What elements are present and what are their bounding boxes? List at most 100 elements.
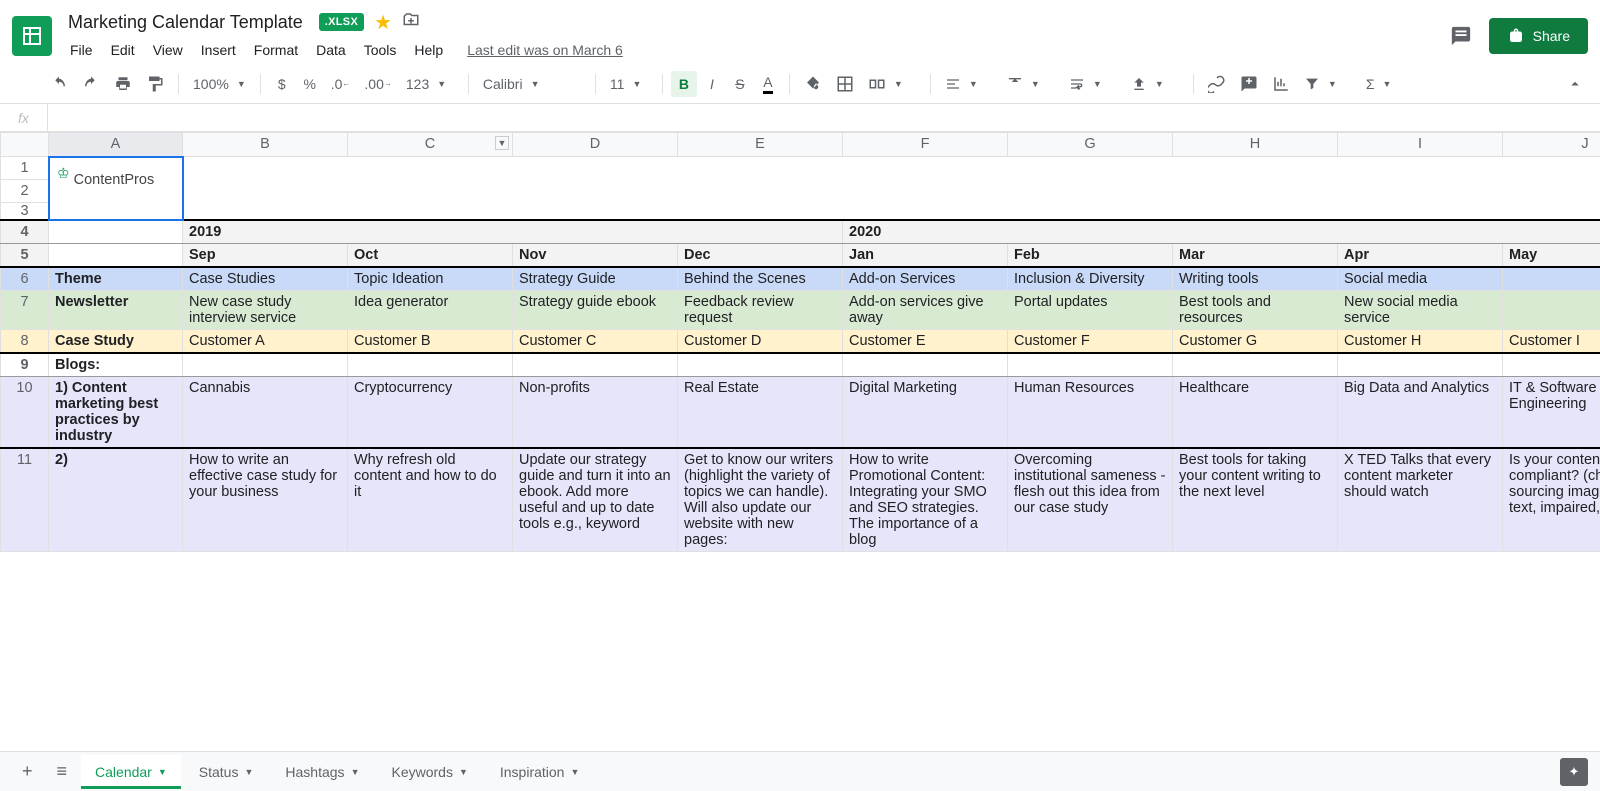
cell-month[interactable]: Feb xyxy=(1008,244,1173,268)
sheet-table[interactable]: A B C▼ D E F G H I J 1 ♔ ContentPros 2 3… xyxy=(0,132,1600,552)
tab-calendar[interactable]: Calendar▼ xyxy=(81,755,181,789)
row-header[interactable]: 4 xyxy=(1,220,49,244)
zoom-select[interactable]: 100%▼ xyxy=(187,72,252,96)
cell[interactable] xyxy=(49,220,183,244)
row-header[interactable]: 6 xyxy=(1,267,49,291)
col-header-i[interactable]: I xyxy=(1338,133,1503,157)
comment-insert-icon[interactable] xyxy=(1234,70,1264,98)
undo-icon[interactable] xyxy=(44,70,74,98)
cell[interactable]: Customer D xyxy=(678,330,843,354)
star-icon[interactable]: ★ xyxy=(374,10,392,35)
col-dropdown-icon[interactable]: ▼ xyxy=(495,136,509,150)
borders-icon[interactable] xyxy=(830,70,860,98)
comments-icon[interactable] xyxy=(1449,24,1473,48)
filter-button[interactable]: ▼ xyxy=(1298,72,1358,96)
cell-month[interactable]: May xyxy=(1503,244,1600,268)
cell[interactable] xyxy=(1338,353,1503,377)
cell[interactable]: Non-profits xyxy=(513,377,678,449)
menu-help[interactable]: Help xyxy=(406,38,451,62)
row-label-newsletter[interactable]: Newsletter xyxy=(49,291,183,330)
number-format-select[interactable]: 123▼ xyxy=(400,72,460,96)
menu-edit[interactable]: Edit xyxy=(103,38,143,62)
menu-view[interactable]: View xyxy=(145,38,191,62)
cell[interactable]: Healthcare xyxy=(1173,377,1338,449)
menu-data[interactable]: Data xyxy=(308,38,354,62)
move-icon[interactable] xyxy=(402,11,420,34)
cell[interactable]: Add-on services give away xyxy=(843,291,1008,330)
cell-year-2019[interactable]: 2019 xyxy=(183,220,843,244)
cell[interactable]: Add-on Services xyxy=(843,267,1008,291)
cell[interactable]: Customer C xyxy=(513,330,678,354)
link-icon[interactable] xyxy=(1202,70,1232,98)
h-align-button[interactable]: ▼ xyxy=(939,72,999,96)
cell[interactable]: Feedback review request xyxy=(678,291,843,330)
add-sheet-button[interactable]: + xyxy=(12,755,43,788)
menu-tools[interactable]: Tools xyxy=(356,38,405,62)
cell[interactable]: Topic Ideation xyxy=(348,267,513,291)
cell-month[interactable]: Mar xyxy=(1173,244,1338,268)
cell[interactable]: Get to know our writers (highlight the v… xyxy=(678,448,843,552)
menu-format[interactable]: Format xyxy=(246,38,306,62)
italic-button[interactable]: I xyxy=(699,71,725,97)
formula-input[interactable] xyxy=(48,104,1600,131)
cell[interactable] xyxy=(513,353,678,377)
cell[interactable] xyxy=(843,353,1008,377)
dec-increase-icon[interactable]: .00→ xyxy=(358,71,397,97)
col-header-e[interactable]: E xyxy=(678,133,843,157)
sheets-logo[interactable] xyxy=(12,16,52,56)
col-header-j[interactable]: J xyxy=(1503,133,1600,157)
cell[interactable]: Social media xyxy=(1338,267,1503,291)
dec-decrease-icon[interactable]: .0← xyxy=(325,71,357,97)
row-header[interactable]: 3 xyxy=(1,203,49,221)
cell[interactable]: Customer B xyxy=(348,330,513,354)
cell[interactable]: Human Resources xyxy=(1008,377,1173,449)
cell[interactable]: New case study interview service xyxy=(183,291,348,330)
cell[interactable]: Behind the Scenes xyxy=(678,267,843,291)
cell[interactable]: Real Estate xyxy=(678,377,843,449)
cell-month[interactable]: Sep xyxy=(183,244,348,268)
cell[interactable]: Strategy guide ebook xyxy=(513,291,678,330)
cell[interactable]: Digital Marketing xyxy=(843,377,1008,449)
tab-inspiration[interactable]: Inspiration▼ xyxy=(486,755,594,789)
cell[interactable]: Inclusion & Diversity xyxy=(1008,267,1173,291)
cell[interactable] xyxy=(183,157,1600,221)
v-align-button[interactable]: ▼ xyxy=(1001,72,1061,96)
cell[interactable]: X TED Talks that every content marketer … xyxy=(1338,448,1503,552)
cell[interactable]: Cryptocurrency xyxy=(348,377,513,449)
cell[interactable] xyxy=(1503,267,1600,291)
cell-month[interactable]: Oct xyxy=(348,244,513,268)
cell[interactable]: Customer G xyxy=(1173,330,1338,354)
col-header-d[interactable]: D xyxy=(513,133,678,157)
cell[interactable]: New social media service xyxy=(1338,291,1503,330)
cell[interactable]: Idea generator xyxy=(348,291,513,330)
last-edit[interactable]: Last edit was on March 6 xyxy=(467,42,623,58)
collapse-toolbar-icon[interactable] xyxy=(1560,70,1590,98)
tab-hashtags[interactable]: Hashtags▼ xyxy=(271,755,373,789)
col-header-b[interactable]: B xyxy=(183,133,348,157)
select-all-corner[interactable] xyxy=(1,133,49,157)
cell-year-2020[interactable]: 2020 xyxy=(843,220,1600,244)
tab-status[interactable]: Status▼ xyxy=(185,755,268,789)
chart-icon[interactable] xyxy=(1266,70,1296,98)
cell[interactable] xyxy=(183,353,348,377)
text-color-button[interactable]: A xyxy=(755,69,781,99)
row-header[interactable]: 2 xyxy=(1,180,49,203)
cell[interactable]: Is your content compliant? (checklist: s… xyxy=(1503,448,1600,552)
row-header[interactable]: 7 xyxy=(1,291,49,330)
cell-month[interactable]: Apr xyxy=(1338,244,1503,268)
explore-button[interactable]: ✦ xyxy=(1560,758,1588,786)
print-icon[interactable] xyxy=(108,70,138,98)
tab-keywords[interactable]: Keywords▼ xyxy=(377,755,481,789)
cell[interactable] xyxy=(1503,291,1600,330)
cell[interactable] xyxy=(1503,353,1600,377)
percent-icon[interactable]: % xyxy=(297,71,323,97)
cell[interactable]: Case Studies xyxy=(183,267,348,291)
cell[interactable]: Overcoming institutional sameness - fles… xyxy=(1008,448,1173,552)
row-header[interactable]: 8 xyxy=(1,330,49,354)
bold-button[interactable]: B xyxy=(671,71,697,97)
cell-month[interactable]: Jan xyxy=(843,244,1008,268)
all-sheets-button[interactable]: ≡ xyxy=(47,755,78,788)
cell[interactable]: How to write Promotional Content: Integr… xyxy=(843,448,1008,552)
row-label-casestudy[interactable]: Case Study xyxy=(49,330,183,354)
paint-format-icon[interactable] xyxy=(140,70,170,98)
